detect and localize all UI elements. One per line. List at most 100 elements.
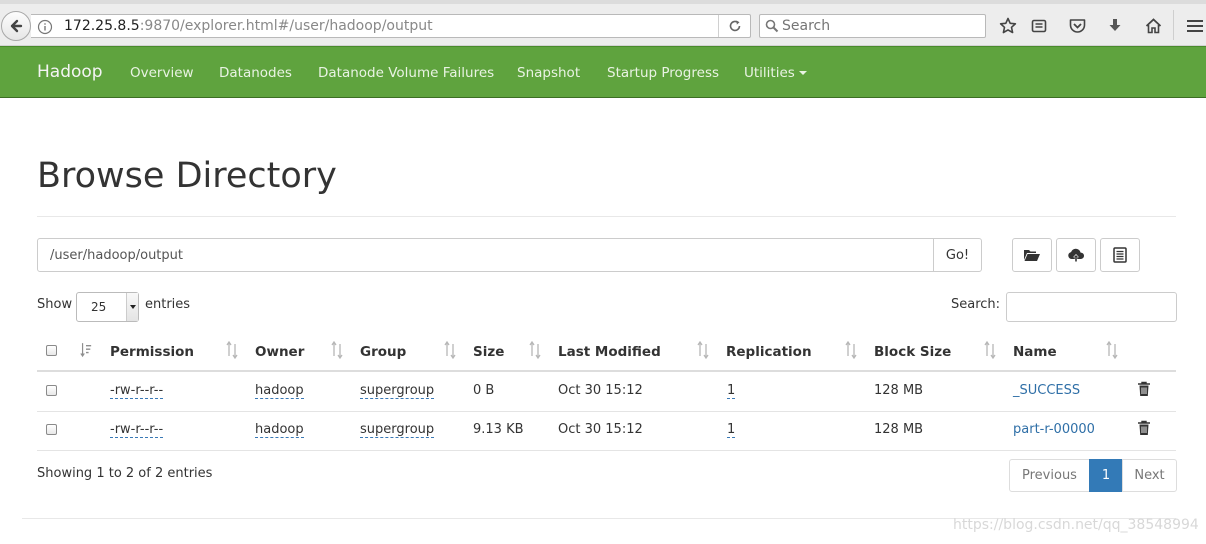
header-size[interactable]: Size [473, 344, 504, 360]
entries-per-page-select[interactable]: 25 [76, 292, 139, 322]
star-icon [999, 17, 1017, 34]
table-search-label: Search: [951, 297, 1001, 312]
current-page-button[interactable]: 1 [1089, 459, 1123, 492]
header-permission[interactable]: Permission [110, 344, 194, 360]
downloads-button[interactable] [1104, 15, 1126, 37]
reload-button[interactable] [718, 15, 750, 37]
sort-icon[interactable] [80, 341, 92, 359]
header-name[interactable]: Name [1013, 344, 1057, 360]
cut-paste-button[interactable] [1100, 238, 1140, 272]
caret-down-icon [130, 305, 136, 309]
header-group[interactable]: Group [360, 344, 406, 360]
toolbar-divider [1173, 10, 1174, 40]
sort-icon[interactable] [1106, 341, 1118, 359]
nav-datanodes[interactable]: Datanodes [219, 65, 292, 81]
size-cell: 0 B [473, 383, 495, 398]
header-block-size[interactable]: Block Size [874, 344, 951, 360]
caret-down-icon [798, 71, 807, 75]
nav-utilities-label: Utilities [744, 65, 795, 81]
info-icon[interactable] [37, 19, 53, 35]
replication-cell[interactable]: 1 [727, 383, 736, 399]
hadoop-navbar: Hadoop Overview Datanodes Datanode Volum… [0, 46, 1206, 98]
back-button[interactable] [1, 11, 31, 41]
sort-icon[interactable] [529, 341, 541, 359]
navbar-brand[interactable]: Hadoop [37, 62, 103, 82]
url-host: 172.25.8.5 [64, 18, 140, 34]
clipboard-icon [1031, 19, 1047, 33]
nav-startup-progress[interactable]: Startup Progress [607, 65, 719, 81]
download-arrow-icon [1109, 19, 1121, 31]
url-bar[interactable]: 172.25.8.5:9870/explorer.html#/user/hado… [31, 14, 751, 38]
back-arrow-icon [10, 19, 23, 33]
browser-toolbar: 172.25.8.5:9870/explorer.html#/user/hado… [0, 0, 1206, 46]
next-page-button[interactable]: Next [1122, 459, 1177, 492]
group-cell[interactable]: supergroup [360, 422, 435, 438]
title-divider [37, 216, 1176, 217]
owner-cell[interactable]: hadoop [255, 422, 304, 438]
search-icon [765, 19, 779, 33]
entries-per-page-value: 25 [91, 300, 107, 314]
sort-icon[interactable] [331, 341, 343, 359]
entries-label: entries [145, 297, 191, 312]
trash-icon[interactable] [1137, 381, 1151, 397]
directory-path-input[interactable] [37, 238, 934, 272]
block-size-cell: 128 MB [874, 383, 924, 398]
table-info: Showing 1 to 2 of 2 entries [37, 466, 213, 481]
pocket-button[interactable] [1066, 15, 1088, 37]
bookmark-star-button[interactable] [997, 15, 1019, 37]
pagination: Previous 1 Next [1009, 459, 1177, 492]
cloud-upload-icon [1068, 248, 1085, 262]
file-name-link[interactable]: part-r-00000 [1013, 422, 1095, 437]
home-button[interactable] [1142, 15, 1164, 37]
permission-cell[interactable]: -rw-r--r-- [110, 422, 164, 438]
row-checkbox[interactable] [46, 385, 57, 396]
modified-cell: Oct 30 15:12 [558, 422, 643, 437]
permission-cell[interactable]: -rw-r--r-- [110, 383, 164, 399]
tab-strip-edge [0, 0, 1206, 4]
select-all-checkbox[interactable] [46, 345, 57, 356]
size-cell: 9.13 KB [473, 422, 524, 437]
header-replication[interactable]: Replication [726, 344, 812, 360]
folder-open-icon [1024, 250, 1040, 261]
sort-icon[interactable] [984, 341, 996, 359]
sort-icon[interactable] [226, 341, 238, 359]
page-title: Browse Directory [37, 156, 337, 196]
select-arrow [126, 293, 138, 321]
trash-icon[interactable] [1137, 420, 1151, 436]
row-divider [37, 450, 1176, 451]
owner-cell[interactable]: hadoop [255, 383, 304, 399]
home-icon [1145, 18, 1161, 34]
header-last-modified[interactable]: Last Modified [558, 344, 661, 360]
reload-icon [729, 20, 740, 32]
modified-cell: Oct 30 15:12 [558, 383, 643, 398]
sort-icon[interactable] [845, 341, 857, 359]
nav-utilities-dropdown[interactable]: Utilities [744, 65, 807, 81]
header-owner[interactable]: Owner [255, 344, 304, 360]
file-name-link[interactable]: _SUCCESS [1013, 383, 1080, 398]
group-cell[interactable]: supergroup [360, 383, 435, 399]
sort-icon[interactable] [444, 341, 456, 359]
menu-button[interactable] [1184, 15, 1206, 37]
list-alt-icon [1113, 247, 1127, 263]
replication-cell[interactable]: 1 [727, 422, 736, 438]
nav-datanode-volume-failures[interactable]: Datanode Volume Failures [318, 65, 494, 81]
show-label: Show [37, 297, 73, 312]
go-button[interactable]: Go! [933, 238, 982, 272]
nav-overview[interactable]: Overview [130, 65, 194, 81]
table-search-input[interactable] [1006, 292, 1177, 322]
url-path: :9870/explorer.html#/user/hadoop/output [139, 18, 433, 34]
row-checkbox[interactable] [46, 424, 57, 435]
browser-search-input[interactable] [782, 17, 978, 35]
url-text[interactable]: 172.25.8.5:9870/explorer.html#/user/hado… [64, 18, 433, 34]
hamburger-icon [1187, 20, 1203, 32]
reading-list-button[interactable] [1028, 15, 1050, 37]
previous-page-button[interactable]: Previous [1009, 459, 1090, 492]
upload-files-button[interactable] [1056, 238, 1096, 272]
nav-snapshot[interactable]: Snapshot [517, 65, 580, 81]
create-directory-button[interactable] [1012, 238, 1052, 272]
watermark: https://blog.csdn.net/qq_38548994 [953, 517, 1199, 533]
row-divider [37, 411, 1176, 412]
sort-icon[interactable] [697, 341, 709, 359]
header-divider [37, 370, 1176, 372]
browser-search-box[interactable] [759, 14, 986, 38]
